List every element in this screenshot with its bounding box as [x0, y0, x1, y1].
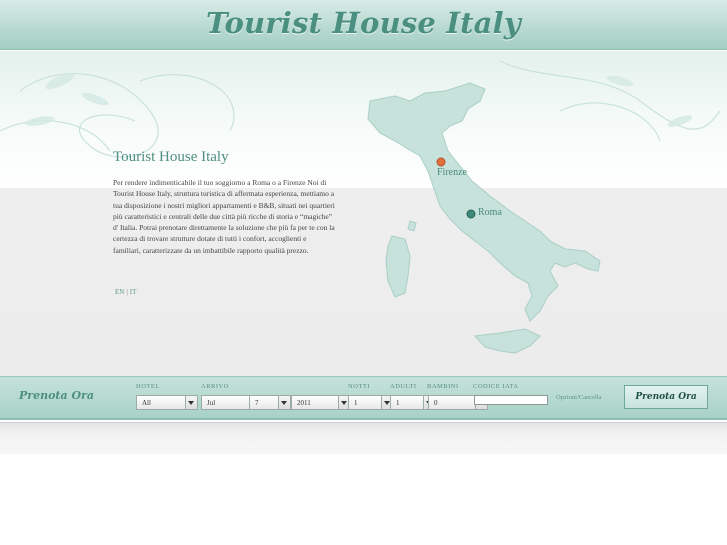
hero-section: Tourist House Italy Per rendere indiment…: [0, 51, 727, 376]
language-switcher: EN | IT: [115, 288, 136, 296]
arrival-year-value: 2011: [297, 399, 311, 407]
adults-value: 1: [396, 399, 400, 407]
arrival-year-select[interactable]: 2011: [291, 395, 351, 410]
lang-separator: |: [126, 288, 128, 296]
arrival-day-select[interactable]: 7: [249, 395, 291, 410]
children-label: BAMBINI: [427, 383, 459, 390]
intro-text: Per rendere indimenticabile il tuo soggi…: [113, 178, 335, 255]
nights-select[interactable]: 1: [348, 395, 394, 410]
iata-label: CODICE IATA: [473, 383, 519, 390]
booking-bar: Prenota Ora HOTEL All ARRIVO Jul 7 2011 …: [0, 376, 727, 420]
nights-label: NOTTI: [348, 383, 370, 390]
site-title[interactable]: Tourist House Italy: [0, 6, 727, 40]
hotel-value: All: [142, 399, 151, 407]
lang-en-link[interactable]: EN: [115, 288, 124, 296]
options-cancel-link[interactable]: Opzioni/Cancella: [556, 394, 601, 401]
hotel-label: HOTEL: [136, 383, 160, 390]
site-header: Tourist House Italy: [0, 0, 727, 50]
firenze-marker[interactable]: [436, 157, 446, 167]
booking-title: Prenota Ora: [19, 389, 94, 402]
iata-input[interactable]: [474, 395, 548, 405]
intro-title: Tourist House Italy: [113, 149, 229, 165]
arrival-month-value: Jul: [207, 399, 216, 407]
arrival-day-value: 7: [255, 399, 259, 407]
roma-label[interactable]: Roma: [478, 207, 502, 218]
book-now-button[interactable]: Prenota Ora: [624, 385, 708, 409]
nights-value: 1: [354, 399, 358, 407]
footer-band: [0, 422, 727, 454]
firenze-label[interactable]: Firenze: [437, 167, 467, 178]
lang-it-link[interactable]: IT: [130, 288, 137, 296]
roma-marker[interactable]: [466, 209, 476, 219]
chevron-down-icon: [185, 396, 197, 409]
chevron-down-icon: [278, 396, 290, 409]
arrival-label: ARRIVO: [201, 383, 229, 390]
hotel-select[interactable]: All: [136, 395, 198, 410]
children-value: 0: [434, 399, 438, 407]
italy-map: [367, 82, 601, 354]
adults-label: ADULTI: [390, 383, 417, 390]
